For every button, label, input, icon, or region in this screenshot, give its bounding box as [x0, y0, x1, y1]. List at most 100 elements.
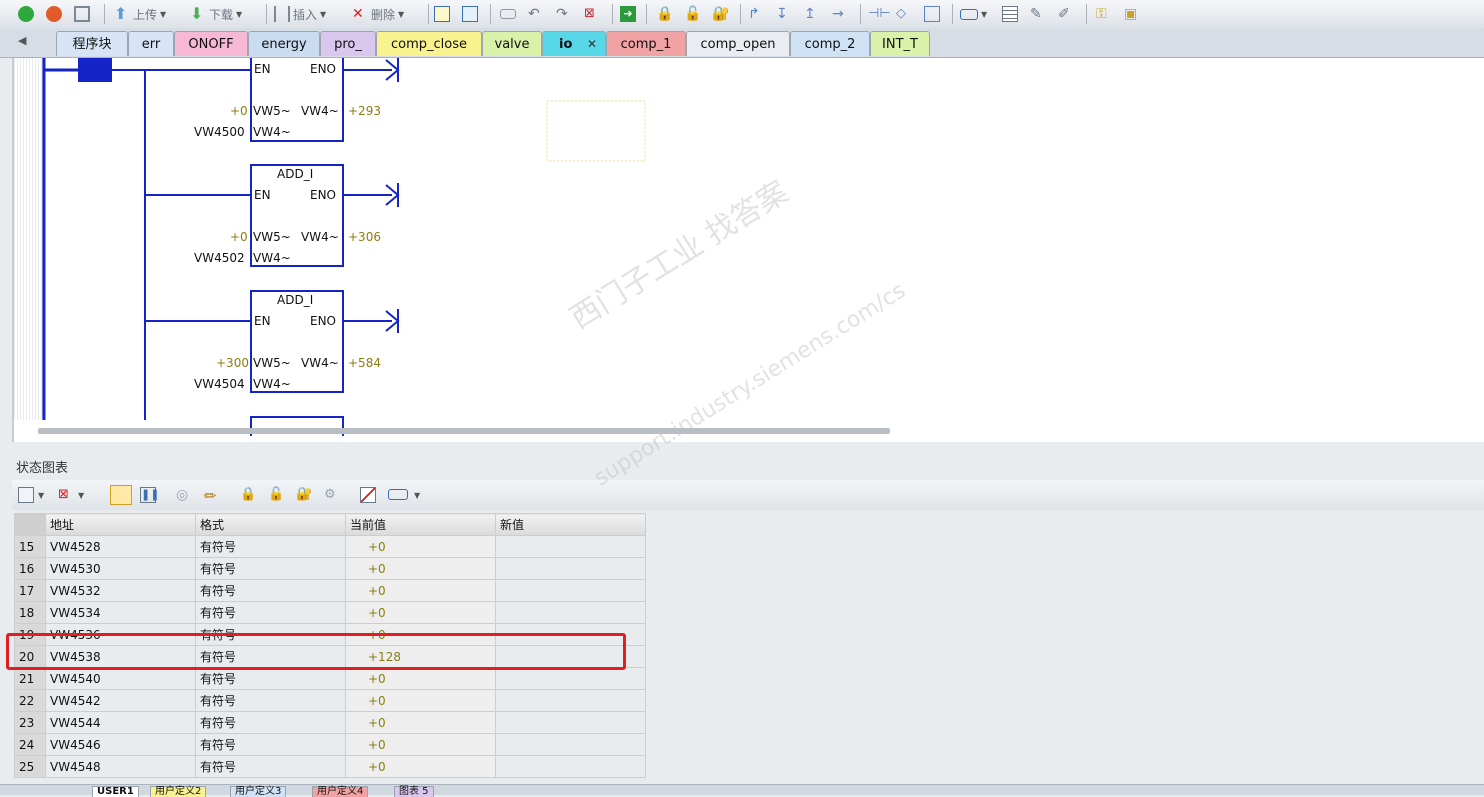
toolbar-button-c[interactable]: ↷ [556, 3, 572, 25]
new-value-cell[interactable] [495, 755, 646, 778]
goto-icon: ➜ [620, 6, 636, 22]
new-value-cell[interactable] [495, 601, 646, 624]
binoculars-icon[interactable]: ◎ [176, 487, 192, 503]
line-up-button[interactable]: ↥ [804, 3, 820, 25]
table-row[interactable]: 22 VW4542 有符号 +0 [14, 689, 646, 712]
main-toolbar: ⬆ 上传 ▼ ⬇ 下载 ▼ 插入 ▼ ✕ 删除 ▼ ↶ ↷ ⊠ ➜ 🔒 🔓 🔐 … [0, 0, 1484, 29]
continuous-monitor-icon[interactable] [110, 485, 132, 505]
pause-icon[interactable]: ❚❚ [140, 487, 159, 503]
box-button[interactable] [924, 3, 940, 25]
line-right-button[interactable]: → [832, 3, 848, 25]
add-row-icon[interactable] [18, 487, 34, 503]
format-cell: 有符号 [195, 711, 346, 734]
read-icon[interactable]: ⚙ [324, 487, 340, 503]
tab-err[interactable]: err [128, 31, 174, 56]
compile-button[interactable] [74, 3, 90, 25]
tab-comp-close[interactable]: comp_close [376, 31, 482, 56]
chart-tab-user1[interactable]: USER1 [92, 786, 139, 797]
chart-tab-user3[interactable]: 用户定义3 [230, 786, 287, 797]
tab-io[interactable]: io ✕ [542, 31, 606, 56]
line-up-icon: ↥ [804, 6, 816, 22]
tab-valve[interactable]: valve [482, 31, 542, 56]
tab-int-t[interactable]: INT_T [870, 31, 930, 56]
edit-clear-button[interactable]: ✐ [1058, 3, 1074, 25]
toolbar-button-a[interactable] [500, 3, 516, 25]
coil-button[interactable]: ◇ [896, 3, 912, 25]
new-value-cell[interactable] [495, 579, 646, 602]
table-row[interactable]: 15 VW4528 有符号 +0 [14, 535, 646, 558]
tab-energy[interactable]: energy [248, 31, 320, 56]
ladder-editor[interactable]: EN ENO +0 VW5~ VW4~ +293 VW4500 VW4~ ADD… [12, 58, 1484, 442]
lock-add-button[interactable]: 🔐 [712, 3, 729, 25]
new-value-cell[interactable] [495, 557, 646, 580]
edit-button[interactable]: ✎ [1030, 3, 1046, 25]
new-value-cell[interactable] [495, 711, 646, 734]
column-header-format[interactable]: 格式 [195, 513, 346, 536]
toolbar-separator [740, 4, 741, 24]
symbol-button[interactable]: ▼ [960, 3, 987, 25]
goto-button[interactable]: ➜ [620, 3, 636, 25]
format-cell: 有符号 [195, 755, 346, 778]
chart-tab-user4[interactable]: 用户定义4 [312, 786, 369, 797]
tag-icon[interactable] [388, 489, 408, 500]
tab-comp-1[interactable]: comp_1 [606, 31, 686, 56]
key-button[interactable]: ⚿ [1096, 3, 1112, 25]
column-header-current-value[interactable]: 当前值 [345, 513, 496, 536]
column-header-address[interactable]: 地址 [45, 513, 196, 536]
tab-label: INT_T [882, 37, 918, 52]
table-row[interactable]: 17 VW4532 有符号 +0 [14, 579, 646, 602]
chevron-down-icon[interactable]: ▼ [78, 491, 84, 500]
tab-program-block[interactable]: 程序块 [56, 31, 128, 56]
delete-icon: ✕ [352, 6, 364, 22]
download-button[interactable]: ⬇ 下载 ▼ [190, 3, 242, 25]
tab-comp-open[interactable]: comp_open [686, 31, 790, 56]
chevron-down-icon[interactable]: ▼ [414, 491, 420, 500]
contact-button[interactable]: ⊣⊢ [868, 3, 891, 25]
unlock-button[interactable]: 🔓 [684, 3, 701, 25]
table-row[interactable]: 24 VW4546 有符号 +0 [14, 733, 646, 756]
pencil-icon[interactable]: ✏ [204, 487, 220, 505]
unlock-icon[interactable]: 🔓 [268, 487, 284, 503]
lock-add-icon[interactable]: 🔐 [296, 487, 312, 503]
upload-button[interactable]: ⬆ 上传 ▼ [114, 3, 166, 25]
line-down-button[interactable]: ↧ [776, 3, 792, 25]
lock-icon[interactable]: 🔒 [240, 487, 256, 503]
tab-scroll-left-icon[interactable]: ◀ [18, 34, 26, 47]
insert-button[interactable]: 插入 ▼ [274, 3, 326, 25]
branch-button[interactable]: ↱ [748, 3, 764, 25]
table-button[interactable] [1002, 3, 1018, 25]
table-row[interactable]: 18 VW4534 有符号 +0 [14, 601, 646, 624]
table-row[interactable]: 23 VW4544 有符号 +0 [14, 711, 646, 734]
table-row[interactable]: 21 VW4540 有符号 +0 [14, 667, 646, 690]
trend-chart-icon[interactable] [360, 487, 376, 503]
tab-pro[interactable]: pro_ [320, 31, 376, 56]
format-cell: 有符号 [195, 689, 346, 712]
chart-status-button[interactable] [462, 3, 478, 25]
tab-comp-2[interactable]: comp_2 [790, 31, 870, 56]
toolbar-button-b[interactable]: ↶ [528, 3, 544, 25]
column-header-new-value[interactable]: 新值 [495, 513, 646, 536]
new-value-cell[interactable] [495, 733, 646, 756]
chart-tab-5[interactable]: 图表 5 [394, 786, 434, 797]
project-button[interactable]: ▣ [1124, 3, 1140, 25]
chart-tab-user2[interactable]: 用户定义2 [150, 786, 207, 797]
tab-onoff[interactable]: ONOFF [174, 31, 248, 56]
new-value-cell[interactable] [495, 689, 646, 712]
tab-label: comp_2 [804, 37, 856, 52]
chevron-down-icon[interactable]: ▼ [38, 491, 44, 500]
program-status-button[interactable] [434, 3, 450, 25]
stop-button[interactable] [46, 3, 62, 25]
toolbar-button-d[interactable]: ⊠ [584, 3, 600, 25]
delete-button[interactable]: ✕ 删除 ▼ [352, 3, 404, 25]
lock-button[interactable]: 🔒 [656, 3, 673, 25]
horizontal-scrollbar[interactable] [38, 428, 890, 434]
table-row[interactable]: 16 VW4530 有符号 +0 [14, 557, 646, 580]
table-row[interactable]: 25 VW4548 有符号 +0 [14, 755, 646, 778]
delete-row-icon[interactable]: ⊠ [58, 487, 74, 503]
en-pin: EN [254, 188, 271, 202]
run-button[interactable] [18, 3, 34, 25]
toolbar-separator [1086, 4, 1087, 24]
new-value-cell[interactable] [495, 667, 646, 690]
close-icon[interactable]: ✕ [587, 32, 597, 57]
new-value-cell[interactable] [495, 535, 646, 558]
